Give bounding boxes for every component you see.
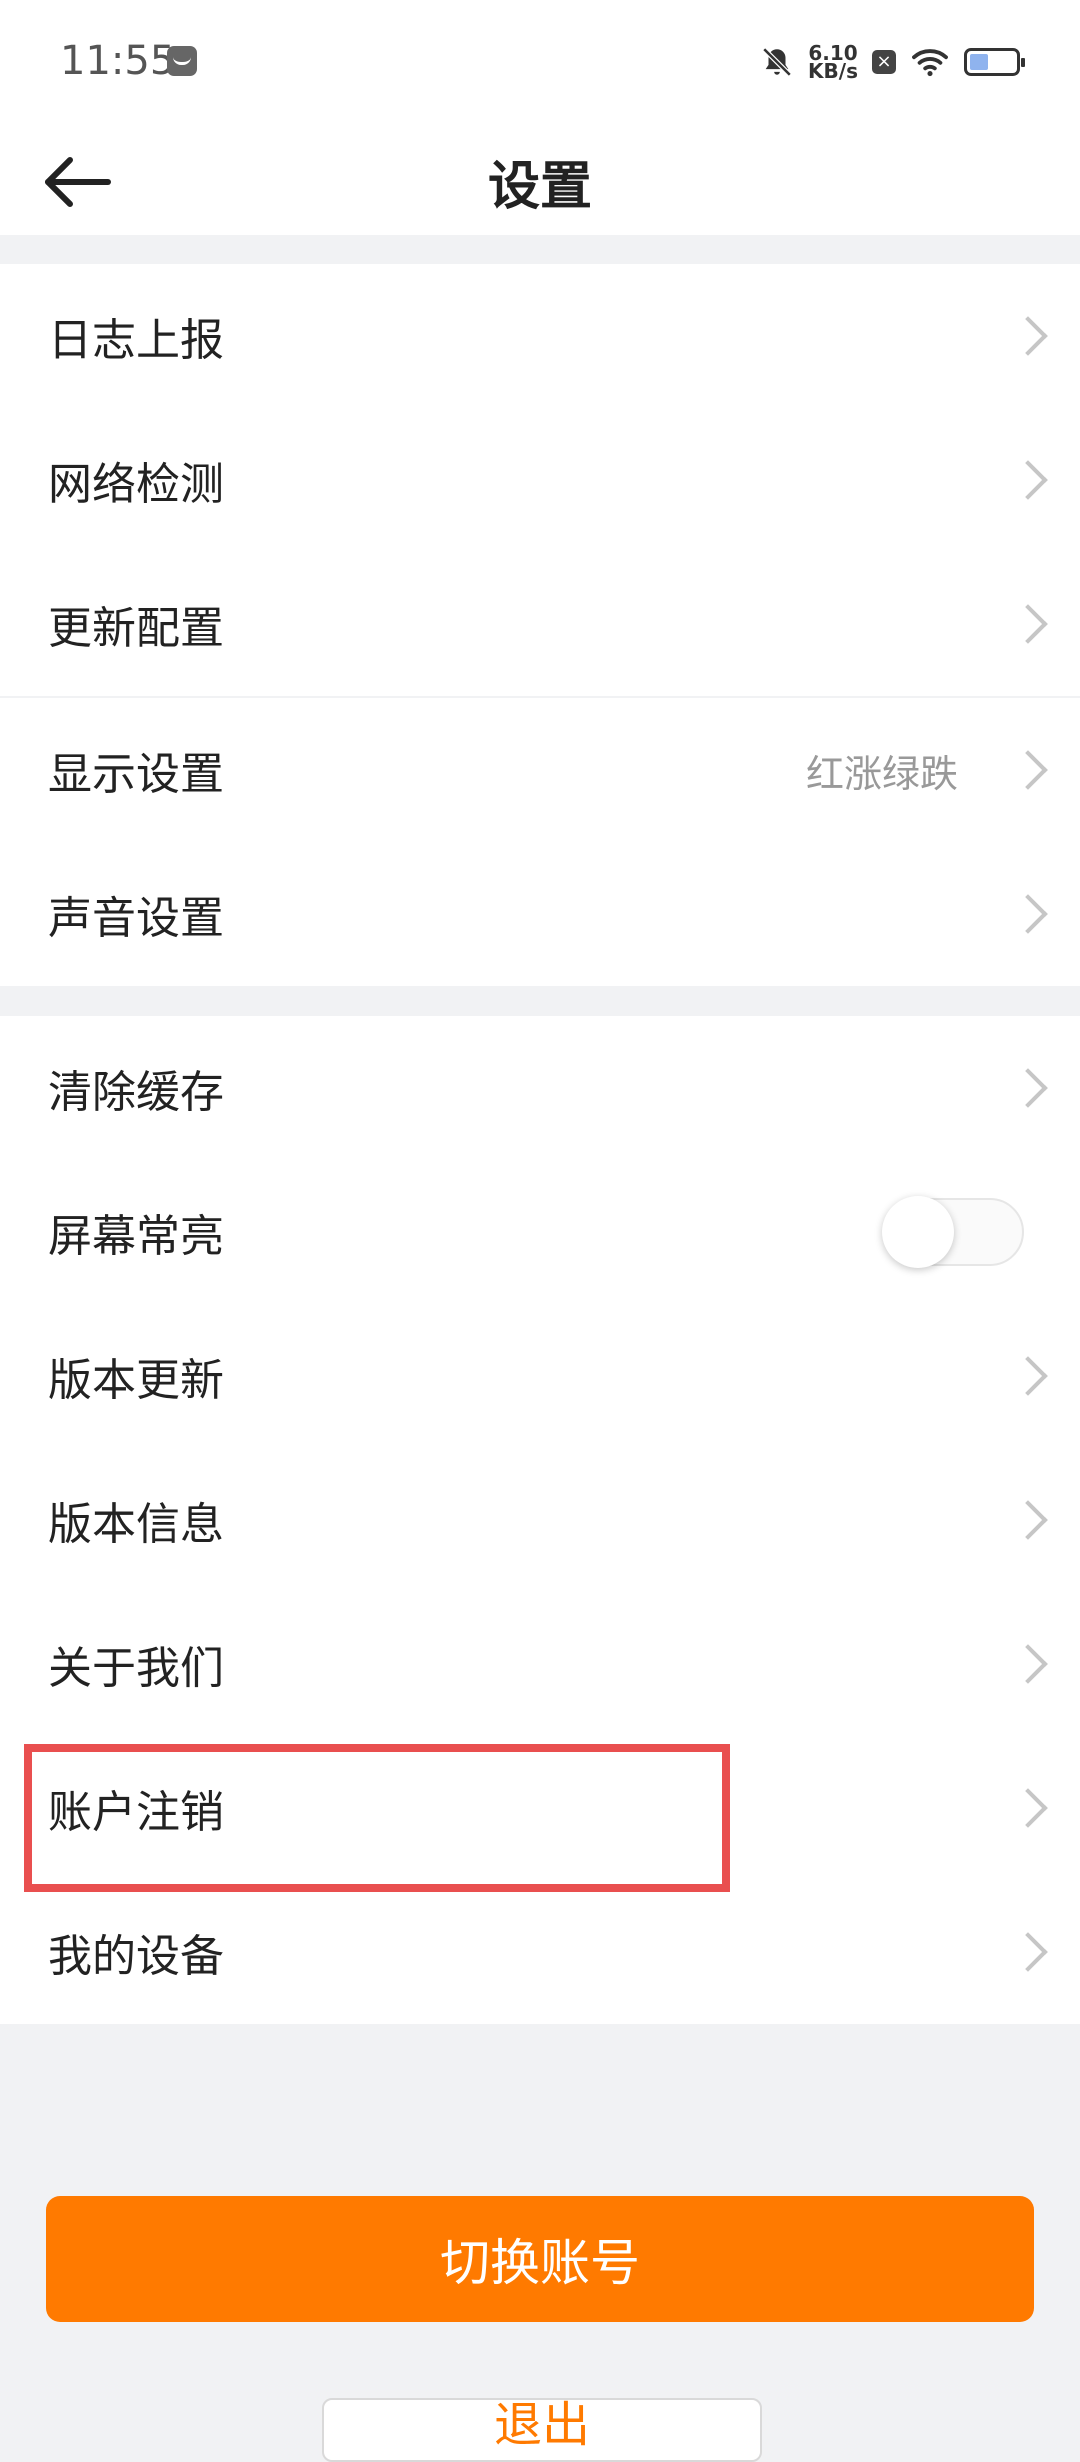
settings-item-version-update[interactable]: 版本更新 — [0, 1304, 1080, 1448]
settings-item-account-cancel[interactable]: 账户注销 — [0, 1736, 1080, 1880]
switch-account-button[interactable]: 切换账号 — [46, 2196, 1034, 2322]
status-icons: 6.10 KB/s × — [760, 40, 1025, 84]
status-time: 11:55 — [60, 38, 176, 84]
chevron-right-icon — [1008, 1068, 1048, 1108]
network-speed: 6.10 KB/s — [808, 43, 858, 83]
chevron-right-icon — [1008, 604, 1048, 644]
settings-section-3: 清除缓存 屏幕常亮 版本更新 版本信息 关于我们 账户注销 我的设备 — [0, 1016, 1080, 2024]
settings-item-display[interactable]: 显示设置 红涨绿跌 — [0, 698, 1080, 842]
chevron-right-icon — [1008, 1644, 1048, 1684]
chevron-right-icon — [1008, 1356, 1048, 1396]
settings-item-label: 网络检测 — [48, 459, 224, 510]
chevron-right-icon — [1008, 316, 1048, 356]
settings-item-label: 声音设置 — [48, 893, 224, 944]
settings-item-label: 版本信息 — [48, 1499, 224, 1550]
settings-item-label: 版本更新 — [48, 1355, 224, 1406]
settings-item-update-config[interactable]: 更新配置 — [0, 552, 1080, 696]
chevron-right-icon — [1008, 894, 1048, 934]
toggle-knob — [882, 1196, 954, 1268]
page-title: 设置 — [487, 157, 592, 217]
settings-item-label: 账户注销 — [48, 1787, 224, 1838]
bell-off-icon — [762, 47, 792, 77]
settings-item-version-info[interactable]: 版本信息 — [0, 1448, 1080, 1592]
chevron-right-icon — [1008, 1500, 1048, 1540]
settings-item-my-devices[interactable]: 我的设备 — [0, 1880, 1080, 2024]
settings-item-label: 更新配置 — [48, 603, 224, 654]
settings-item-label: 我的设备 — [48, 1931, 224, 1982]
wifi-icon — [912, 49, 948, 77]
settings-item-about-us[interactable]: 关于我们 — [0, 1592, 1080, 1736]
settings-item-value: 红涨绿跌 — [805, 751, 958, 796]
settings-section-2: 显示设置 红涨绿跌 声音设置 — [0, 698, 1080, 986]
settings-item-label: 屏幕常亮 — [48, 1211, 224, 1262]
settings-item-sound[interactable]: 声音设置 — [0, 842, 1080, 986]
chevron-right-icon — [1008, 1932, 1048, 1972]
battery-icon — [964, 48, 1025, 76]
navigation-bar: 设置 — [0, 130, 1080, 235]
settings-item-label: 日志上报 — [48, 315, 224, 366]
chevron-right-icon — [1008, 460, 1048, 500]
screen-on-toggle[interactable] — [882, 1196, 1024, 1268]
settings-item-label: 显示设置 — [48, 749, 224, 800]
status-bar: 11:55 6.10 KB/s × — [0, 0, 1080, 130]
settings-item-label: 关于我们 — [48, 1643, 224, 1694]
settings-item-log-report[interactable]: 日志上报 — [0, 264, 1080, 408]
battery-level — [970, 54, 988, 70]
chevron-right-icon — [1008, 750, 1048, 790]
no-sim-icon: × — [872, 50, 896, 74]
settings-section-1: 日志上报 网络检测 更新配置 — [0, 264, 1080, 696]
settings-item-network-check[interactable]: 网络检测 — [0, 408, 1080, 552]
settings-item-clear-cache[interactable]: 清除缓存 — [0, 1016, 1080, 1160]
message-notification-icon — [167, 46, 197, 76]
settings-item-screen-on: 屏幕常亮 — [0, 1160, 1080, 1304]
chevron-right-icon — [1008, 1788, 1048, 1828]
network-speed-unit: KB/s — [808, 59, 858, 83]
settings-item-label: 清除缓存 — [48, 1067, 224, 1118]
